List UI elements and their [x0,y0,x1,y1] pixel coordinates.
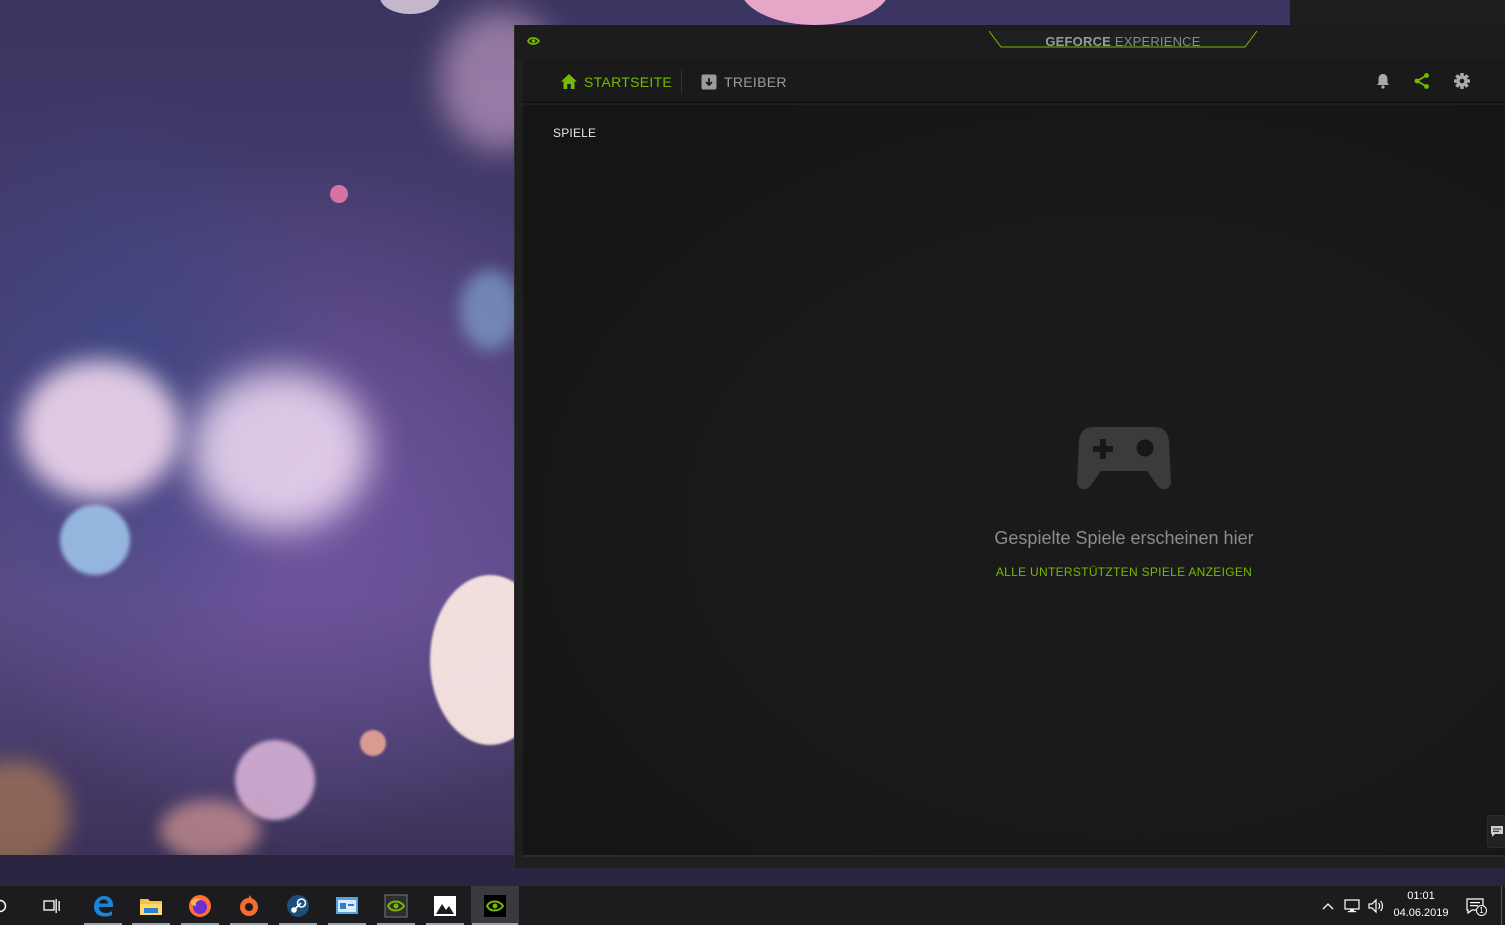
notifications-button[interactable] [1373,71,1393,91]
search-button[interactable] [0,886,14,925]
share-button[interactable] [1412,71,1432,91]
bokeh-light [0,760,70,855]
search-icon [0,899,7,912]
gear-icon [1454,73,1470,89]
main-content: SPIELE Gespielte Spiele erscheinen hier … [523,105,1505,855]
action-center-button[interactable]: 1 [1465,896,1487,916]
bokeh-light [740,0,890,25]
volume-icon [1368,898,1383,914]
tab-drivers[interactable]: TREIBER [701,60,787,103]
brand-plate: GEFORCE EXPERIENCE [989,31,1259,53]
feedback-icon [1491,825,1503,837]
taskbar-photos[interactable] [425,886,465,925]
taskbar-steam[interactable] [278,886,318,925]
show-all-supported-games-link[interactable]: ALLE UNTERSTÜTZTEN SPIELE ANZEIGEN [915,565,1333,579]
taskbar-firefox[interactable] [180,886,220,925]
taskbar: 01:01 04.06.2019 1 [0,886,1505,925]
driver-icon [701,74,717,89]
geforce-experience-window: GEFORCE EXPERIENCE STARTSEITE TREIBER SP… [514,25,1505,868]
steam-icon [287,894,309,917]
bokeh-light [20,360,180,500]
network-icon [1344,899,1360,913]
nvidia-logo-icon [526,37,541,45]
firefox-icon [189,894,211,917]
window-bottom-border [523,855,1505,857]
clock[interactable]: 01:01 04.06.2019 [1388,888,1454,922]
main-nav: STARTSEITE TREIBER [523,60,1505,103]
taskbar-edge[interactable] [83,886,123,925]
nvidia-control-icon [384,894,408,917]
control-panel-icon [336,896,358,914]
empty-state-message: Gespielte Spiele erscheinen hier [994,528,1254,548]
show-desktop-button[interactable] [1501,886,1505,925]
bokeh-light [190,370,370,530]
notification-badge: 1 [1476,905,1487,916]
chevron-up-icon [1322,903,1334,910]
section-title: SPIELE [553,126,597,140]
task-view-icon [43,898,60,913]
origin-icon [240,894,258,916]
tab-home-label: STARTSEITE [584,73,673,90]
taskbar-geforce-experience[interactable] [471,886,519,925]
clock-time: 01:01 [1407,890,1435,902]
geforce-experience-icon [484,894,506,917]
bokeh-light [60,505,130,575]
edge-icon [94,895,113,916]
settings-button[interactable] [1452,71,1472,91]
bokeh-light [330,185,348,203]
taskbar-file-explorer[interactable] [131,886,171,925]
bokeh-light [380,0,440,14]
clock-date: 04.06.2019 [1393,907,1449,919]
show-hidden-icons-button[interactable] [1318,896,1338,916]
tab-drivers-label: TREIBER [724,73,787,90]
feedback-button[interactable] [1487,815,1505,848]
tab-home[interactable]: STARTSEITE [561,60,672,103]
bokeh-light [360,730,386,756]
bokeh-light [460,270,520,350]
title-bar[interactable]: GEFORCE EXPERIENCE [515,25,1505,60]
home-icon [561,74,577,89]
volume-button[interactable] [1366,896,1386,916]
bokeh-light [235,740,315,820]
background-window-edge [1290,0,1505,25]
photos-icon [434,895,456,916]
task-view-button[interactable] [32,886,72,925]
bokeh-light [160,800,260,855]
taskbar-control-panel[interactable] [327,886,367,925]
nav-divider [681,70,682,93]
taskbar-origin[interactable] [229,886,269,925]
share-icon [1414,73,1429,89]
network-button[interactable] [1342,896,1362,916]
bell-icon [1377,74,1389,89]
app-title: GEFORCE EXPERIENCE [1045,34,1201,49]
gamepad-icon [1077,427,1171,490]
file-explorer-icon [140,898,162,915]
taskbar-nvidia-control-panel[interactable] [376,886,416,925]
